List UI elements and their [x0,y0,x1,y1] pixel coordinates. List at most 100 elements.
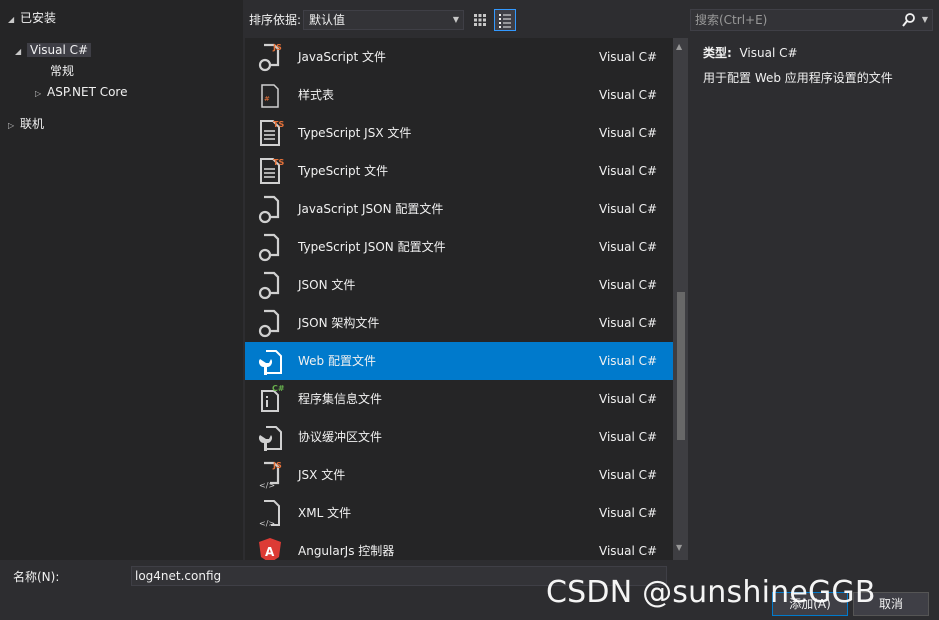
template-item-6[interactable]: TypeScript JSON 配置文件 Visual C# [245,228,673,266]
web-config-icon [254,345,286,377]
template-item-3[interactable]: TS TypeScript JSX 文件 Visual C# [245,114,673,152]
cancel-button[interactable]: 取消 [853,592,929,616]
template-language: Visual C# [599,88,658,102]
template-name: TypeScript 文件 [298,164,389,178]
template-details-panel [689,38,939,560]
scrollbar-thumb[interactable] [677,292,685,440]
template-language: Visual C# [599,164,658,178]
template-language: Visual C# [599,202,658,216]
jsx-file-icon: </> JS [254,459,286,491]
svg-text:TS: TS [273,120,284,129]
sort-label: 排序依据: [249,13,302,27]
template-language: Visual C# [599,468,658,482]
template-name: 协议缓冲区文件 [298,430,383,444]
template-item-5[interactable]: JavaScript JSON 配置文件 Visual C# [245,190,673,228]
json-schema-icon [254,307,286,339]
type-value: Visual C# [739,46,798,60]
expand-arrow-icon[interactable]: ▷ [8,116,20,136]
template-item-4[interactable]: TS TypeScript 文件 Visual C# [245,152,673,190]
template-name: TypeScript JSX 文件 [298,126,412,140]
template-name: 样式表 [298,88,335,102]
template-language: Visual C# [599,544,658,558]
json-config-icon [254,231,286,263]
template-name: Web 配置文件 [298,354,376,368]
template-item-13[interactable]: </> XML 文件 Visual C# [245,494,673,532]
sort-value: 默认值 [309,13,346,27]
template-item-12[interactable]: </> JS JSX 文件 Visual C# [245,456,673,494]
template-item-1[interactable]: JS JavaScript 文件 Visual C# [245,38,673,76]
protocol-buffer-icon [254,421,286,453]
file-name-input[interactable] [131,566,667,586]
chevron-down-icon[interactable]: ▼ [922,12,928,28]
stylesheet-icon: # [254,79,286,111]
svg-text:#: # [264,95,270,103]
tree-label: ASP.NET Core [47,85,128,99]
template-name: JSON 文件 [298,278,356,292]
tree-label: Visual C# [27,43,92,57]
tree-node-installed[interactable]: ◢ 已安装 [8,8,56,28]
template-item-14[interactable]: A AngularJs 控制器 Visual C# [245,532,673,560]
search-icon[interactable] [902,12,916,31]
tree-node-visual-csharp[interactable]: ◢ Visual C# [15,40,92,62]
list-view-icon[interactable] [494,9,516,31]
template-item-2[interactable]: # 样式表 Visual C# [245,76,673,114]
xml-file-icon: </> [254,497,286,529]
template-language: Visual C# [599,392,658,406]
template-name: AngularJs 控制器 [298,544,395,558]
template-language: Visual C# [599,240,658,254]
tree-node-aspnet-core[interactable]: ▷ ASP.NET Core [35,82,127,102]
template-language: Visual C# [599,126,658,140]
search-input[interactable] [695,12,900,28]
template-name: 程序集信息文件 [298,392,383,406]
template-name: JSX 文件 [298,468,346,482]
template-name: JSON 架构文件 [298,316,380,330]
typescript-jsx-file-icon: TS [254,117,286,149]
collapse-arrow-icon[interactable]: ◢ [8,10,20,30]
scroll-down-arrow-icon[interactable]: ▼ [676,543,682,552]
scroll-up-arrow-icon[interactable]: ▲ [676,42,682,51]
json-config-icon [254,193,286,225]
template-item-9-selected[interactable]: Web 配置文件 Visual C# [245,342,673,380]
template-item-8[interactable]: JSON 架构文件 Visual C# [245,304,673,342]
template-language: Visual C# [599,506,658,520]
template-name: XML 文件 [298,506,352,520]
json-file-icon [254,269,286,301]
svg-text:</>: </> [259,481,275,490]
name-label: 名称(N): [13,570,60,584]
tree-label: 已安装 [20,11,57,25]
small-icons-view-icon[interactable] [471,10,489,30]
svg-text:</>: </> [259,519,275,528]
chevron-down-icon: ▼ [452,15,459,24]
expand-arrow-icon[interactable]: ▷ [35,84,47,104]
svg-text:JS: JS [272,43,282,52]
template-language: Visual C# [599,316,658,330]
search-box[interactable]: ▼ [690,9,933,31]
svg-text:TS: TS [273,158,284,167]
template-name: TypeScript JSON 配置文件 [298,240,446,254]
tree-node-online[interactable]: ▷ 联机 [8,114,44,134]
template-language: Visual C# [599,430,658,444]
assembly-info-icon: C# [254,383,286,415]
template-item-11[interactable]: 协议缓冲区文件 Visual C# [245,418,673,456]
tree-label: 联机 [20,117,45,131]
type-label: 类型: [703,46,732,60]
svg-text:A: A [265,545,275,559]
template-item-7[interactable]: JSON 文件 Visual C# [245,266,673,304]
tree-label: 常规 [50,64,75,78]
template-category-tree: ◢ 已安装 ◢ Visual C# 常规 ▷ ASP.NET Core ▷ 联机 [0,0,243,560]
tree-node-general[interactable]: 常规 [50,61,74,81]
template-name: JavaScript JSON 配置文件 [298,202,444,216]
template-list: JS JavaScript 文件 Visual C# # 样式表 Visual C# TS T… [245,38,688,560]
collapse-arrow-icon[interactable]: ◢ [15,42,27,62]
sort-dropdown[interactable]: 默认值 ▼ [303,10,464,30]
template-description: 用于配置 Web 应用程序设置的文件 [703,71,893,85]
template-language: Visual C# [599,278,658,292]
template-language: Visual C# [599,50,658,64]
svg-text:C#: C# [272,384,285,393]
add-button[interactable]: 添加(A) [772,592,848,616]
template-item-10[interactable]: C# 程序集信息文件 Visual C# [245,380,673,418]
typescript-file-icon: TS [254,155,286,187]
template-language: Visual C# [599,354,658,368]
template-name: JavaScript 文件 [298,50,386,64]
angular-icon: A [254,535,286,560]
